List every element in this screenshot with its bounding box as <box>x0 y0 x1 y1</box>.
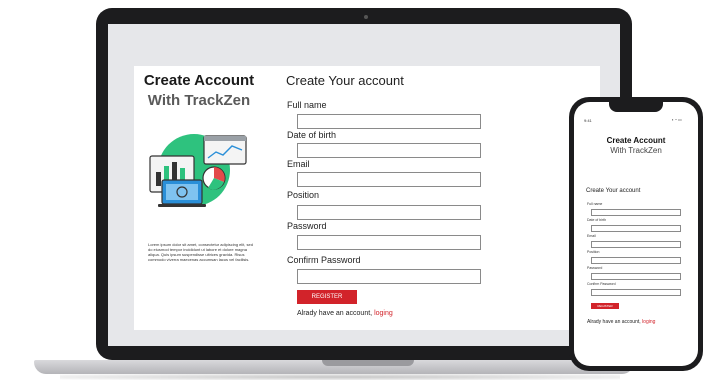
phone-register-button[interactable]: REGISTER <box>591 303 619 309</box>
password-label: Password <box>287 221 327 231</box>
phone-status-icons: ▪ ◔ ▭ <box>672 117 682 122</box>
confirm-password-label: Confirm Password <box>287 255 361 265</box>
phone-title: Create Account <box>606 136 666 145</box>
laptop-notch <box>322 360 414 366</box>
password-input[interactable] <box>297 235 481 250</box>
phone-confirm-password-input[interactable] <box>591 289 681 296</box>
page-title: Create Account <box>143 72 255 89</box>
signin-link[interactable]: loging <box>374 310 393 317</box>
phone-form-heading: Create Your account <box>586 188 641 194</box>
phone-clock: 9:41 <box>584 118 592 123</box>
phone-full-name-input[interactable] <box>591 209 681 216</box>
phone-email-label: Email <box>587 234 596 238</box>
confirm-password-input[interactable] <box>297 269 481 284</box>
left-info-panel: Create Account With TrackZen Lorem ipsum… <box>134 66 264 330</box>
phone-position-input[interactable] <box>591 257 681 264</box>
date-of-birth-label: Date of birth <box>287 130 337 140</box>
phone-notch <box>609 102 663 112</box>
phone-password-input[interactable] <box>591 273 681 280</box>
date-of-birth-input[interactable] <box>297 143 481 158</box>
device-mockup: Create Account With TrackZen Lorem ipsum… <box>0 0 725 383</box>
phone-signin-link[interactable]: loging <box>642 319 655 325</box>
position-input[interactable] <box>297 205 481 220</box>
email-input[interactable] <box>297 172 481 187</box>
signin-text: Alrady have an account, <box>297 310 373 317</box>
phone-email-input[interactable] <box>591 241 681 248</box>
phone-signin-prompt: Alrady have an account, loging <box>587 319 655 325</box>
register-form: Create Your account Full name Date of bi… <box>264 66 600 330</box>
phone-position-label: Position <box>587 250 600 254</box>
email-label: Email <box>287 159 310 169</box>
phone-date-of-birth-label: Date of birth <box>587 218 607 222</box>
form-heading: Create Your account <box>286 73 404 88</box>
phone-confirm-password-label: Confirm Password <box>587 282 616 286</box>
dashboard-illustration-icon <box>149 134 247 207</box>
phone-password-label: Password <box>587 266 603 270</box>
analytics-illustration <box>148 126 248 210</box>
phone-signin-text: Alrady have an account, <box>587 319 641 325</box>
signin-prompt: Alrady have an account, loging <box>297 310 393 317</box>
laptop-shadow <box>60 374 620 380</box>
page-subtitle: With TrackZen <box>147 92 251 109</box>
laptop-camera <box>364 15 368 19</box>
full-name-input[interactable] <box>297 114 481 129</box>
phone-full-name-label: Full name <box>587 202 603 206</box>
register-button[interactable]: REGISTER <box>297 290 357 304</box>
phone-date-of-birth-input[interactable] <box>591 225 681 232</box>
description-paragraph: Lorem ipsum dolor sit amet, consectetur … <box>148 242 253 262</box>
phone-subtitle: With TrackZen <box>610 146 662 155</box>
full-name-label: Full name <box>287 100 327 110</box>
position-label: Position <box>287 190 320 200</box>
